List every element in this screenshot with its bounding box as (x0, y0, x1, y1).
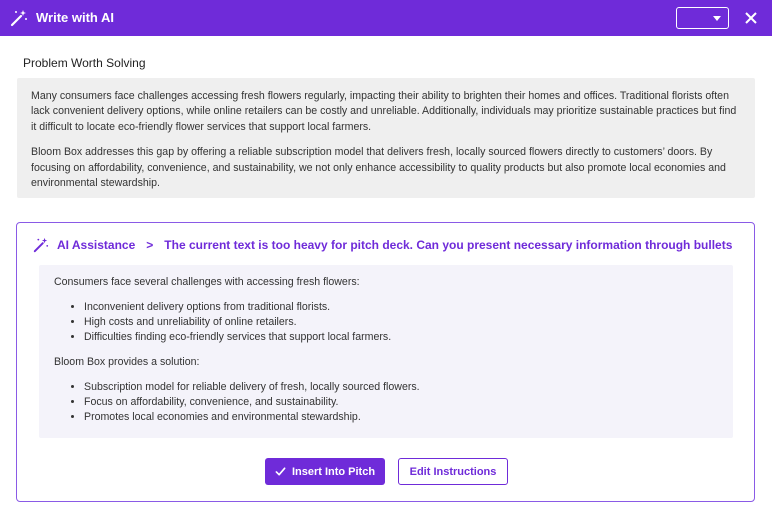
problem-paragraph: Bloom Box addresses this gap by offering… (31, 146, 726, 190)
list-item: Promotes local economies and environment… (84, 410, 718, 425)
result-intro: Consumers face several challenges with a… (54, 276, 360, 288)
result-bullet-list: Inconvenient delivery options from tradi… (54, 300, 718, 345)
edit-button-label: Edit Instructions (409, 465, 497, 478)
dialog-titlebar: Write with AI (0, 0, 772, 36)
ai-assistance-label: AI Assistance (57, 238, 136, 252)
edit-instructions-button[interactable]: Edit Instructions (398, 458, 508, 485)
magic-wand-icon (10, 10, 27, 27)
ai-assistance-header: AI Assistance > The current text is too … (33, 237, 732, 253)
list-item: Inconvenient delivery options from tradi… (84, 300, 718, 315)
result-intro: Bloom Box provides a solution: (54, 356, 200, 368)
ai-assistance-card: AI Assistance > The current text is too … (16, 222, 755, 502)
list-item: Subscription model for reliable delivery… (84, 380, 718, 395)
magic-wand-icon (33, 237, 49, 253)
problem-text-box[interactable]: Many consumers face challenges accessing… (17, 78, 755, 198)
dialog-title: Write with AI (36, 10, 114, 25)
options-dropdown[interactable] (676, 7, 729, 29)
ai-result-box: Consumers face several challenges with a… (39, 265, 733, 438)
ai-prompt-text: The current text is too heavy for pitch … (164, 238, 733, 252)
problem-paragraph: Many consumers face challenges accessing… (31, 90, 737, 133)
list-item: Focus on affordability, convenience, and… (84, 395, 718, 410)
insert-into-pitch-button[interactable]: Insert Into Pitch (265, 458, 385, 485)
breadcrumb-separator: > (146, 238, 154, 252)
list-item: Difficulties finding eco-friendly servic… (84, 330, 718, 345)
caret-down-icon (713, 16, 721, 21)
close-icon[interactable] (743, 10, 759, 26)
result-bullet-list: Subscription model for reliable delivery… (54, 380, 718, 425)
insert-button-label: Insert Into Pitch (291, 465, 376, 478)
check-icon (275, 467, 286, 476)
list-item: High costs and unreliability of online r… (84, 315, 718, 330)
section-heading: Problem Worth Solving (23, 56, 146, 70)
